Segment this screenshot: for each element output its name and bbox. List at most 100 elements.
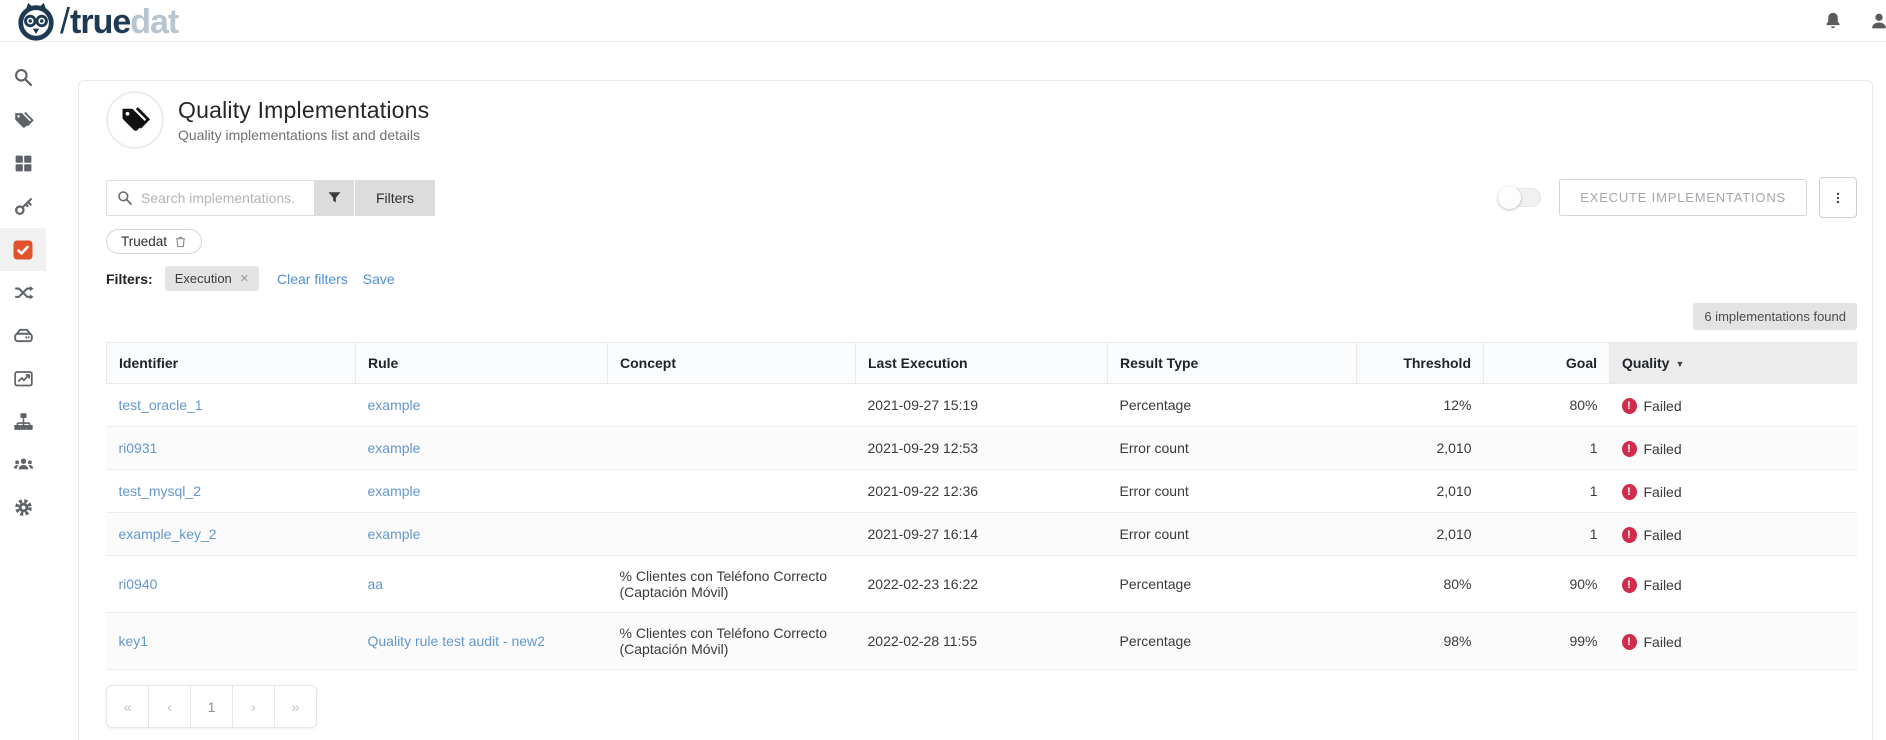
bell-icon[interactable] bbox=[1822, 10, 1844, 32]
last-execution-cell: 2021-09-27 16:14 bbox=[856, 513, 1108, 556]
threshold-cell: 98% bbox=[1357, 613, 1484, 670]
results-count-badge: 6 implementations found bbox=[1693, 303, 1857, 330]
chart-line-icon bbox=[13, 368, 34, 389]
rule-link[interactable]: example bbox=[368, 483, 421, 499]
rule-cell: example bbox=[356, 427, 608, 470]
threshold-cell: 12% bbox=[1357, 384, 1484, 427]
search-icon bbox=[13, 67, 34, 88]
identifier-link[interactable]: ri0931 bbox=[119, 440, 158, 456]
identifier-link[interactable]: test_oracle_1 bbox=[119, 397, 203, 413]
identifier-link[interactable]: ri0940 bbox=[119, 576, 158, 592]
search-icon bbox=[117, 190, 133, 206]
quality-status-badge: ! Failed bbox=[1622, 634, 1682, 650]
goal-cell: 1 bbox=[1484, 427, 1610, 470]
sidebar-item-users[interactable] bbox=[0, 443, 46, 486]
results-count-row: 6 implementations found bbox=[106, 303, 1857, 330]
column-header-concept[interactable]: Concept bbox=[608, 343, 856, 384]
concept-cell bbox=[608, 427, 856, 470]
concept-cell: % Clientes con Teléfono Correcto (Captac… bbox=[608, 613, 856, 670]
search-box bbox=[106, 180, 314, 216]
identifier-cell: ri0940 bbox=[107, 556, 356, 613]
rule-link[interactable]: example bbox=[368, 526, 421, 542]
pagination-first-button[interactable]: « bbox=[106, 685, 149, 728]
sort-desc-icon: ▼ bbox=[1675, 359, 1684, 369]
sidebar bbox=[0, 42, 46, 740]
rule-link[interactable]: example bbox=[368, 397, 421, 413]
column-header-goal[interactable]: Goal bbox=[1484, 343, 1610, 384]
sidebar-item-data-sources[interactable] bbox=[0, 314, 46, 357]
column-header-last-execution[interactable]: Last Execution bbox=[856, 343, 1108, 384]
truedat-logo[interactable]: /truedat bbox=[14, 0, 178, 42]
column-header-quality[interactable]: Quality▼ bbox=[1610, 343, 1857, 384]
sidebar-item-analytics[interactable] bbox=[0, 357, 46, 400]
sidebar-item-search[interactable] bbox=[0, 56, 46, 99]
column-header-rule[interactable]: Rule bbox=[356, 343, 608, 384]
sidebar-item-structures[interactable] bbox=[0, 400, 46, 443]
trash-icon[interactable] bbox=[174, 235, 187, 249]
rule-link[interactable]: example bbox=[368, 440, 421, 456]
scope-chip: Truedat bbox=[106, 229, 202, 254]
column-header-threshold[interactable]: Threshold bbox=[1357, 343, 1484, 384]
sidebar-item-permissions[interactable] bbox=[0, 185, 46, 228]
result-type-cell: Error count bbox=[1108, 427, 1357, 470]
identifier-cell: ri0931 bbox=[107, 427, 356, 470]
table-header-row: Identifier Rule Concept Last Execution R… bbox=[107, 343, 1857, 384]
filters-row: Filters: Execution ✕ Clear filters Save bbox=[106, 266, 1857, 291]
quality-status-badge: !Failed bbox=[1622, 527, 1682, 543]
result-type-cell: Percentage bbox=[1108, 556, 1357, 613]
toolbar: Filters EXECUTE IMPLEMENTATIONS bbox=[106, 177, 1857, 218]
sidebar-item-dashboard[interactable] bbox=[0, 142, 46, 185]
identifier-link[interactable]: example_key_2 bbox=[119, 526, 217, 542]
quality-cell: !Failed bbox=[1610, 513, 1857, 556]
rule-link[interactable]: Quality rule test audit - new2 bbox=[368, 633, 545, 649]
identifier-link[interactable]: key1 bbox=[119, 633, 149, 649]
exclamation-circle-icon: ! bbox=[1622, 527, 1637, 543]
pagination-prev-button[interactable]: ‹ bbox=[148, 685, 191, 728]
kebab-menu-icon bbox=[1831, 190, 1845, 206]
sidebar-item-lineage[interactable] bbox=[0, 271, 46, 314]
filters-button[interactable]: Filters bbox=[355, 180, 435, 216]
quality-status-badge: !Failed bbox=[1622, 441, 1682, 457]
sidebar-item-tags[interactable] bbox=[0, 99, 46, 142]
table-row: ri0940aa% Clientes con Teléfono Correcto… bbox=[107, 556, 1857, 613]
search-input[interactable] bbox=[141, 190, 306, 206]
identifier-link[interactable]: test_mysql_2 bbox=[119, 483, 201, 499]
owl-icon bbox=[14, 0, 58, 42]
goal-cell: 99% bbox=[1484, 613, 1610, 670]
more-options-button[interactable] bbox=[1819, 177, 1857, 218]
pagination-last-button[interactable]: » bbox=[274, 685, 317, 728]
threshold-cell: 2,010 bbox=[1357, 427, 1484, 470]
pagination-page-1-button[interactable]: 1 bbox=[190, 685, 233, 728]
check-square-icon bbox=[11, 238, 35, 262]
quality-status-label: Failed bbox=[1644, 577, 1682, 593]
implementations-table: Identifier Rule Concept Last Execution R… bbox=[106, 342, 1857, 670]
top-bar: /truedat bbox=[0, 0, 1886, 42]
execute-implementations-button[interactable]: EXECUTE IMPLEMENTATIONS bbox=[1559, 179, 1807, 216]
execute-toggle[interactable] bbox=[1499, 188, 1541, 207]
last-execution-cell: 2021-09-29 12:53 bbox=[856, 427, 1108, 470]
filter-funnel-button[interactable] bbox=[314, 180, 354, 216]
page-subtitle: Quality implementations list and details bbox=[178, 127, 429, 143]
exclamation-circle-icon: ! bbox=[1622, 634, 1637, 650]
main-content: Quality Implementations Quality implemen… bbox=[46, 42, 1886, 740]
table-row: example_key_2example2021-09-27 16:14Erro… bbox=[107, 513, 1857, 556]
quality-cell: ! Failed bbox=[1610, 613, 1857, 670]
rule-cell: example bbox=[356, 470, 608, 513]
last-execution-cell: 2022-02-23 16:22 bbox=[856, 556, 1108, 613]
sidebar-item-quality[interactable] bbox=[0, 228, 46, 271]
save-filters-link[interactable]: Save bbox=[363, 271, 395, 287]
remove-filter-icon[interactable]: ✕ bbox=[240, 272, 249, 285]
column-header-result-type[interactable]: Result Type bbox=[1108, 343, 1357, 384]
clear-filters-link[interactable]: Clear filters bbox=[277, 271, 348, 287]
page-avatar bbox=[106, 91, 164, 149]
threshold-cell: 80% bbox=[1357, 556, 1484, 613]
table-row: test_oracle_1example2021-09-27 15:19Perc… bbox=[107, 384, 1857, 427]
column-header-identifier[interactable]: Identifier bbox=[107, 343, 356, 384]
rule-link[interactable]: aa bbox=[368, 576, 384, 592]
user-icon[interactable] bbox=[1868, 10, 1886, 32]
pagination-next-button[interactable]: › bbox=[232, 685, 275, 728]
quality-status-label: Failed bbox=[1644, 634, 1682, 650]
threshold-cell: 2,010 bbox=[1357, 513, 1484, 556]
sidebar-item-settings[interactable] bbox=[0, 486, 46, 529]
result-type-cell: Error count bbox=[1108, 470, 1357, 513]
